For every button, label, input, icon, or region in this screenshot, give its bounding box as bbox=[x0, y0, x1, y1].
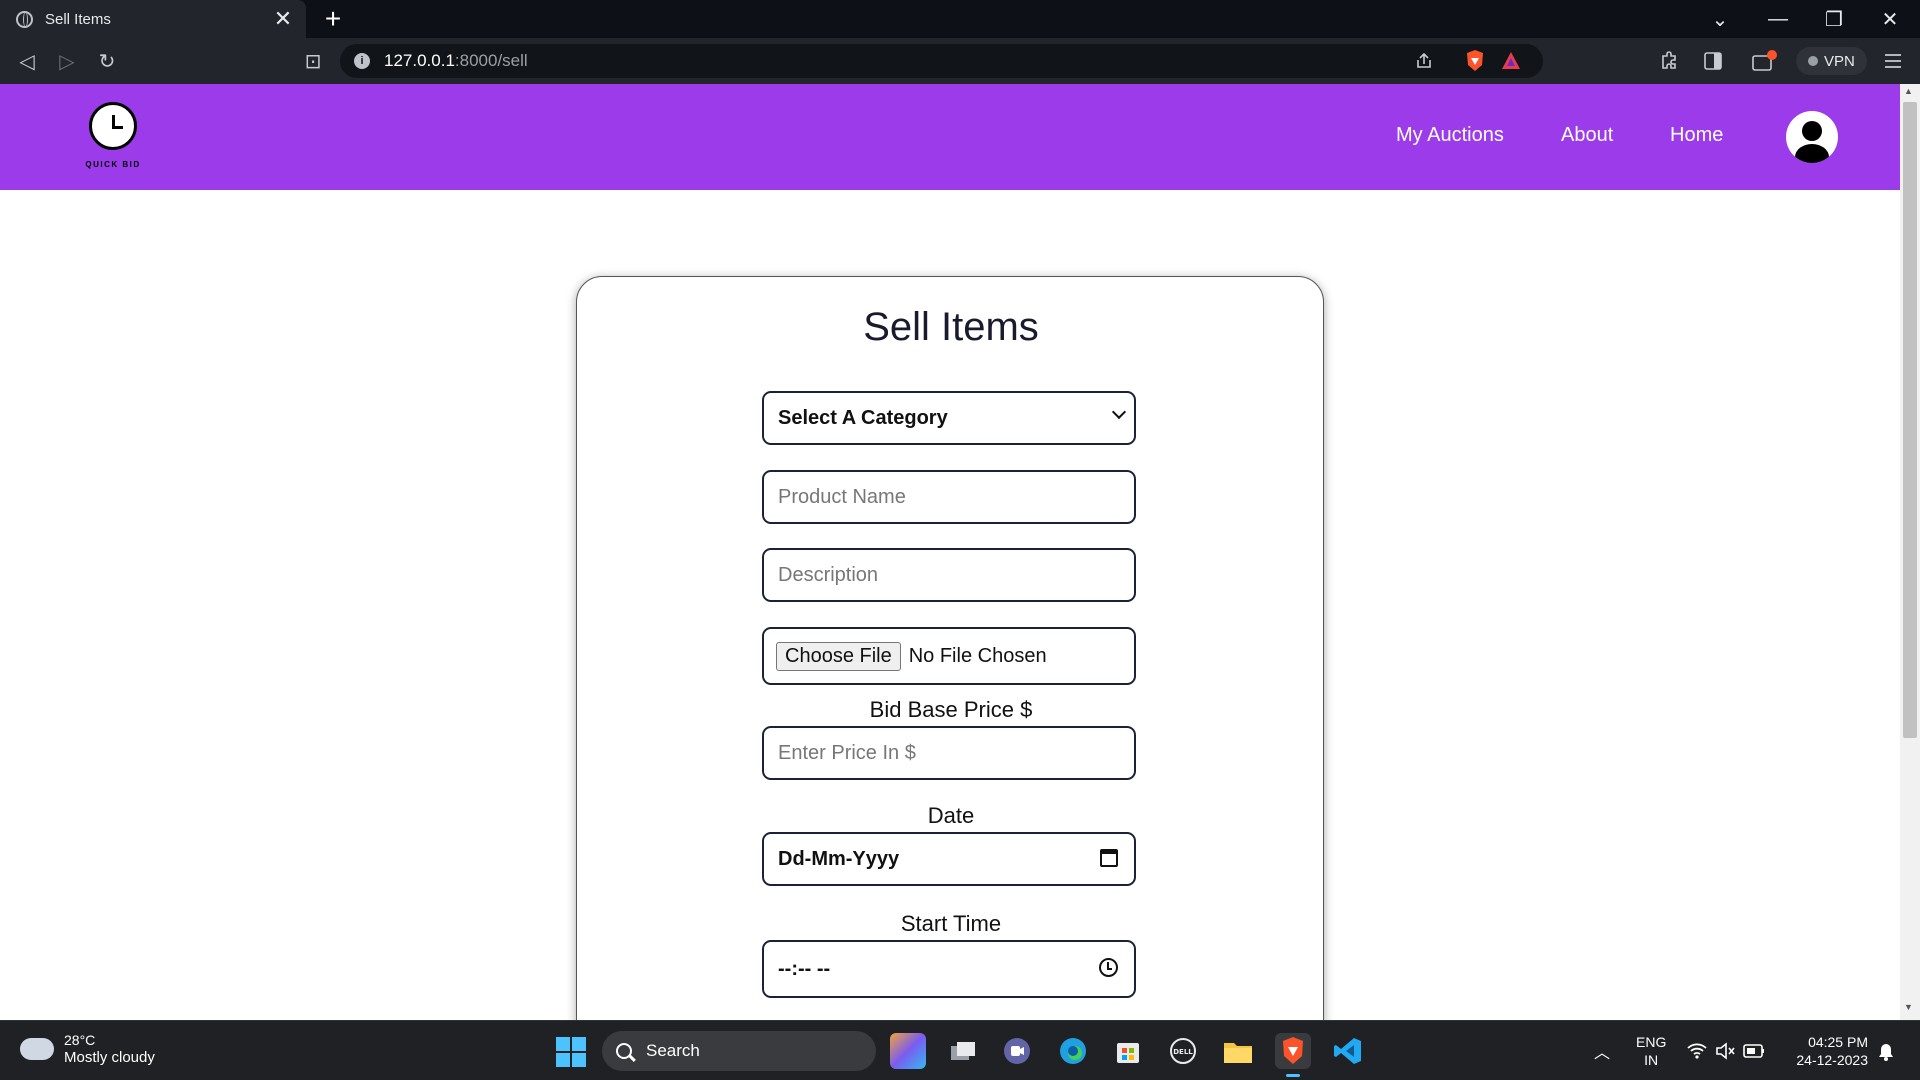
choose-file-button[interactable]: Choose File bbox=[776, 641, 901, 671]
extensions-icon[interactable] bbox=[1658, 50, 1680, 72]
clock-date: 24-12-2023 bbox=[1796, 1052, 1868, 1068]
file-upload-field[interactable]: Choose File No File Chosen bbox=[762, 627, 1136, 685]
reload-icon[interactable]: ↻ bbox=[92, 46, 122, 76]
price-input[interactable]: Enter Price In $ bbox=[762, 726, 1136, 780]
site-info-icon[interactable]: i bbox=[354, 53, 370, 69]
browser-toolbar: ◁ ▷ ↻ ⊡ i 127.0.0.1:8000/sell VPN bbox=[0, 38, 1920, 84]
user-avatar-icon[interactable] bbox=[1786, 111, 1838, 163]
windows-taskbar: 28°C Mostly cloudy Search DELL ︿ ENG IN … bbox=[0, 1020, 1920, 1080]
task-view-icon[interactable] bbox=[945, 1033, 981, 1069]
brave-browser-icon[interactable] bbox=[1275, 1033, 1311, 1077]
sidebar-icon[interactable] bbox=[1702, 50, 1724, 72]
clock-time: 04:25 PM bbox=[1808, 1034, 1868, 1050]
nav-my-auctions[interactable]: My Auctions bbox=[1396, 124, 1504, 147]
brave-shields-icon[interactable] bbox=[1464, 49, 1486, 73]
taskbar-search-label: Search bbox=[646, 1041, 700, 1060]
menu-icon[interactable] bbox=[1882, 51, 1904, 71]
chevron-down-icon bbox=[1111, 404, 1127, 420]
input-language[interactable]: ENG IN bbox=[1636, 1033, 1666, 1069]
date-label: Date bbox=[927, 803, 975, 828]
vscode-icon[interactable] bbox=[1330, 1033, 1366, 1069]
scroll-up-arrow-icon[interactable]: ▲ bbox=[1904, 86, 1913, 96]
nav-about[interactable]: About bbox=[1561, 124, 1613, 147]
lang-top: ENG bbox=[1636, 1034, 1667, 1050]
edge-icon[interactable] bbox=[1055, 1033, 1091, 1069]
speaker-muted-icon[interactable] bbox=[1714, 1041, 1736, 1061]
url-host: 127.0.0.1 bbox=[384, 51, 455, 70]
forward-icon[interactable]: ▷ bbox=[52, 46, 82, 76]
windows-start-icon[interactable] bbox=[556, 1037, 586, 1067]
minimize-button[interactable]: — bbox=[1752, 0, 1804, 38]
address-bar[interactable]: i 127.0.0.1:8000/sell bbox=[340, 44, 1543, 78]
logo-text: QUICK BID bbox=[85, 160, 141, 169]
scrollbar-thumb[interactable] bbox=[1903, 102, 1917, 738]
quick-bid-logo[interactable]: QUICK BID bbox=[80, 102, 146, 174]
wifi-icon[interactable] bbox=[1686, 1041, 1708, 1061]
vpn-button[interactable]: VPN bbox=[1796, 47, 1867, 75]
system-clock[interactable]: 04:25 PM 24-12-2023 bbox=[1786, 1033, 1868, 1069]
start-time-label: Start Time bbox=[900, 911, 1002, 936]
category-select-value: Select A Category bbox=[778, 406, 948, 429]
vpn-status-icon bbox=[1808, 56, 1818, 66]
tab-search-dropdown-icon[interactable]: ⌄ bbox=[1694, 0, 1746, 38]
product-name-input[interactable]: Product Name bbox=[762, 470, 1136, 524]
svg-text:DELL: DELL bbox=[1173, 1048, 1193, 1056]
close-window-button[interactable]: ✕ bbox=[1864, 0, 1916, 38]
chevron-up-icon[interactable]: ︿ bbox=[1594, 1039, 1610, 1063]
description-placeholder: Description bbox=[778, 563, 879, 586]
weather-desc: Mostly cloudy bbox=[64, 1049, 155, 1066]
browser-tab-strip: Sell Items ✕ + ⌄ — ❐ ✕ bbox=[0, 0, 1920, 38]
calendar-icon[interactable] bbox=[1100, 849, 1118, 867]
back-icon[interactable]: ◁ bbox=[12, 46, 42, 76]
tab-close-icon[interactable]: ✕ bbox=[272, 8, 294, 30]
sell-items-form: Sell Items Select A Category Product Nam… bbox=[576, 276, 1324, 1020]
scroll-down-arrow-icon[interactable]: ▼ bbox=[1904, 1002, 1913, 1012]
new-tab-button[interactable]: + bbox=[318, 4, 348, 34]
dell-icon[interactable]: DELL bbox=[1165, 1033, 1201, 1069]
description-input[interactable]: Description bbox=[762, 548, 1136, 602]
globe-icon bbox=[16, 10, 33, 28]
category-select[interactable]: Select A Category bbox=[762, 391, 1136, 445]
vpn-label: VPN bbox=[1824, 52, 1855, 70]
lang-bottom: IN bbox=[1644, 1052, 1659, 1068]
cloudy-weather-icon bbox=[18, 1032, 54, 1060]
battery-icon[interactable] bbox=[1742, 1042, 1766, 1060]
share-icon[interactable] bbox=[1414, 51, 1434, 71]
form-title: Sell Items bbox=[863, 305, 1039, 349]
clock-icon[interactable] bbox=[1099, 958, 1118, 977]
browser-tab[interactable]: Sell Items ✕ bbox=[0, 0, 306, 38]
product-name-placeholder: Product Name bbox=[778, 485, 906, 508]
notification-bell-icon[interactable] bbox=[1876, 1041, 1896, 1063]
url-path: :8000/sell bbox=[454, 51, 528, 70]
bid-price-label: Bid Base Price $ bbox=[869, 697, 1033, 722]
nav-home[interactable]: Home bbox=[1670, 124, 1723, 147]
restore-button[interactable]: ❐ bbox=[1808, 0, 1860, 38]
wallet-icon[interactable] bbox=[1750, 48, 1778, 74]
site-navbar: QUICK BID My Auctions About Home bbox=[0, 84, 1900, 190]
start-time-input[interactable]: --:-- -- bbox=[762, 940, 1136, 998]
date-value: Dd-Mm-Yyyy bbox=[778, 847, 900, 870]
alarm-clock-icon bbox=[89, 102, 137, 150]
file-explorer-icon[interactable] bbox=[1220, 1033, 1256, 1069]
search-icon bbox=[616, 1043, 632, 1059]
teams-chat-icon[interactable] bbox=[999, 1033, 1035, 1069]
microsoft-store-icon[interactable] bbox=[1110, 1033, 1146, 1069]
tab-title: Sell Items bbox=[45, 10, 111, 28]
date-input[interactable]: Dd-Mm-Yyyy bbox=[762, 832, 1136, 886]
weather-temp: 28°C bbox=[64, 1032, 96, 1048]
weather-widget[interactable]: 28°C Mostly cloudy bbox=[18, 1031, 155, 1067]
bookmark-icon[interactable]: ⊡ bbox=[298, 46, 328, 76]
no-file-text: No File Chosen bbox=[908, 644, 1047, 667]
copilot-icon[interactable] bbox=[890, 1033, 926, 1069]
start-time-value: --:-- -- bbox=[778, 957, 831, 980]
page-viewport: QUICK BID My Auctions About Home Sell It… bbox=[0, 84, 1920, 1020]
taskbar-search[interactable]: Search bbox=[602, 1031, 876, 1071]
brave-rewards-icon[interactable] bbox=[1500, 50, 1522, 72]
price-placeholder: Enter Price In $ bbox=[778, 741, 916, 764]
